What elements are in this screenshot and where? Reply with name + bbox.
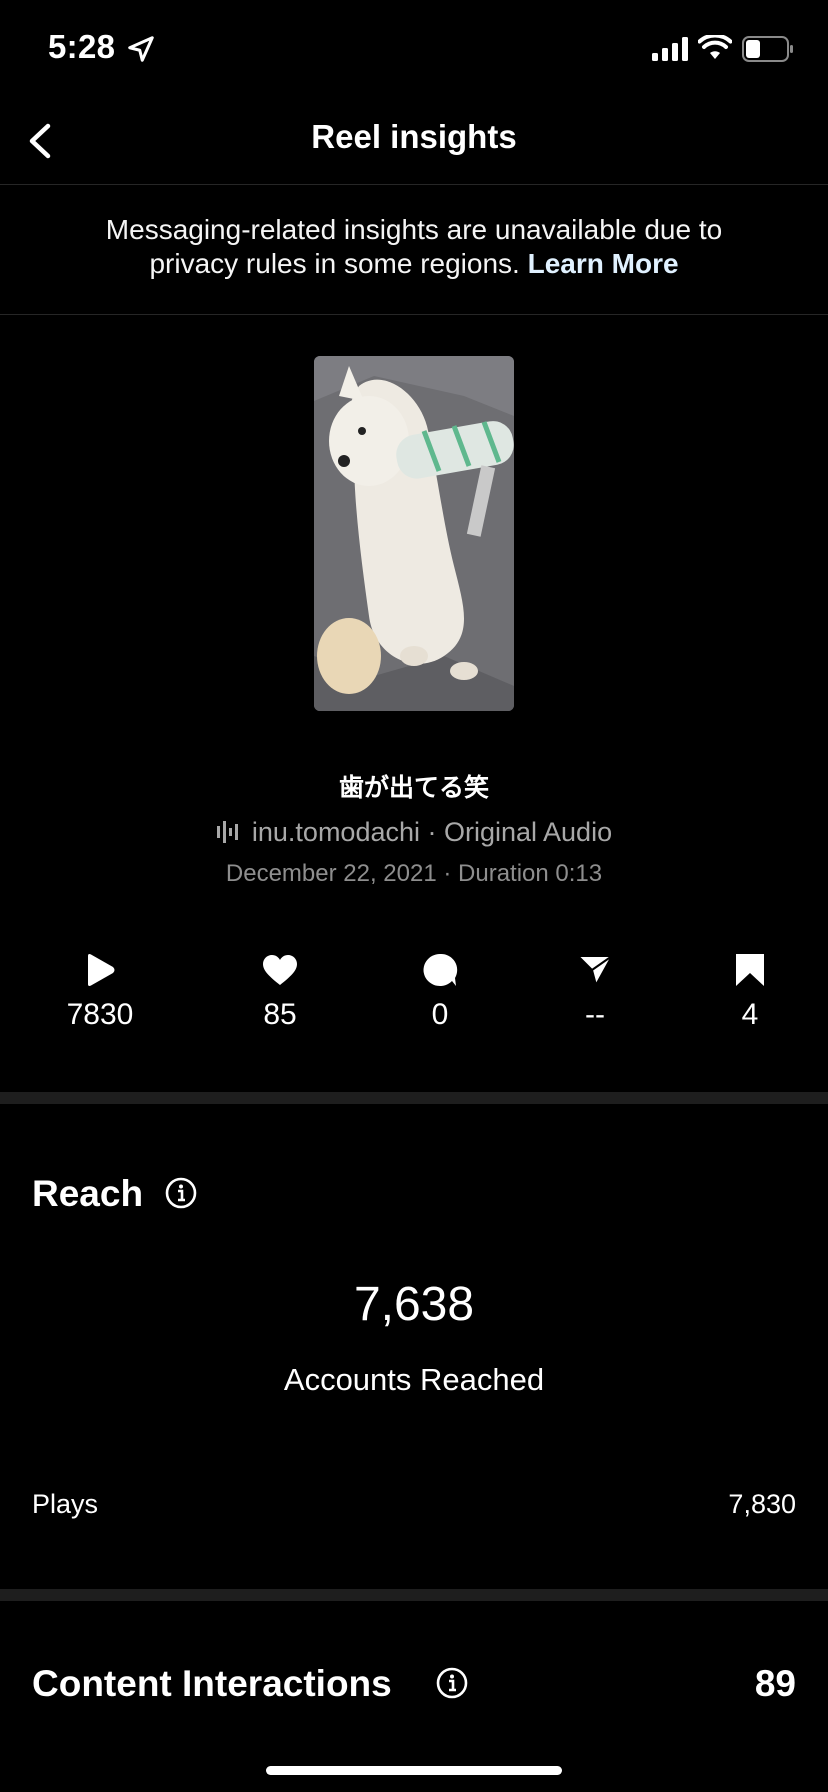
- stat-shares: --: [535, 952, 655, 1032]
- notice-divider: [0, 314, 828, 315]
- audio-waveform-icon: [216, 821, 238, 843]
- save-icon: [736, 954, 764, 986]
- stat-saves-value: 4: [741, 998, 759, 1031]
- plays-value: 7,830: [728, 1489, 796, 1519]
- cellular-signal-icon: [652, 37, 688, 61]
- share-icon: [577, 955, 613, 986]
- section-separator: [0, 1092, 828, 1104]
- plays-label: Plays: [32, 1489, 99, 1519]
- battery-icon: [742, 36, 793, 62]
- accounts-reached-label: Accounts Reached: [283, 1362, 545, 1397]
- comment-icon: [423, 953, 458, 986]
- interactions-info-icon[interactable]: [436, 1667, 468, 1699]
- section-separator: [0, 1589, 828, 1601]
- status-time: 5:28: [48, 28, 116, 65]
- stat-plays: 7830: [40, 952, 160, 1032]
- stat-shares-value: --: [585, 998, 605, 1031]
- stat-comments-value: 0: [431, 998, 449, 1031]
- stat-plays-value: 7830: [66, 998, 134, 1031]
- stat-saves: 4: [690, 952, 810, 1032]
- header-divider: [0, 184, 828, 185]
- content-interactions-value: 89: [754, 1663, 796, 1704]
- reach-title: Reach: [32, 1173, 144, 1214]
- reel-caption: 歯が出てる笑: [338, 774, 489, 802]
- stat-likes: 85: [220, 952, 340, 1032]
- page-title: Reel insights: [311, 118, 517, 155]
- reel-audio[interactable]: inu.tomodachi · Original Audio: [0, 817, 828, 848]
- reel-thumbnail[interactable]: [314, 356, 514, 711]
- content-interactions-title: Content Interactions: [32, 1663, 392, 1704]
- reel-audio-label: inu.tomodachi · Original Audio: [251, 817, 613, 847]
- status-bar: 5:28: [0, 0, 828, 100]
- accounts-reached-value: 7,638: [353, 1278, 475, 1331]
- play-icon: [88, 954, 115, 986]
- reel-stats-row: 7830 85 0 -- 4: [0, 952, 828, 1032]
- stat-comments: 0: [380, 952, 500, 1032]
- stat-likes-value: 85: [263, 998, 297, 1031]
- reach-info-icon[interactable]: [165, 1177, 197, 1209]
- privacy-notice: Messaging-related insights are unavailab…: [60, 213, 768, 281]
- learn-more-link[interactable]: Learn More: [528, 248, 679, 279]
- wifi-icon: [698, 35, 732, 59]
- home-indicator[interactable]: [266, 1766, 562, 1775]
- location-arrow-icon: [128, 36, 154, 62]
- reel-meta: December 22, 2021 · Duration 0:13: [225, 860, 603, 887]
- heart-icon: [263, 955, 297, 985]
